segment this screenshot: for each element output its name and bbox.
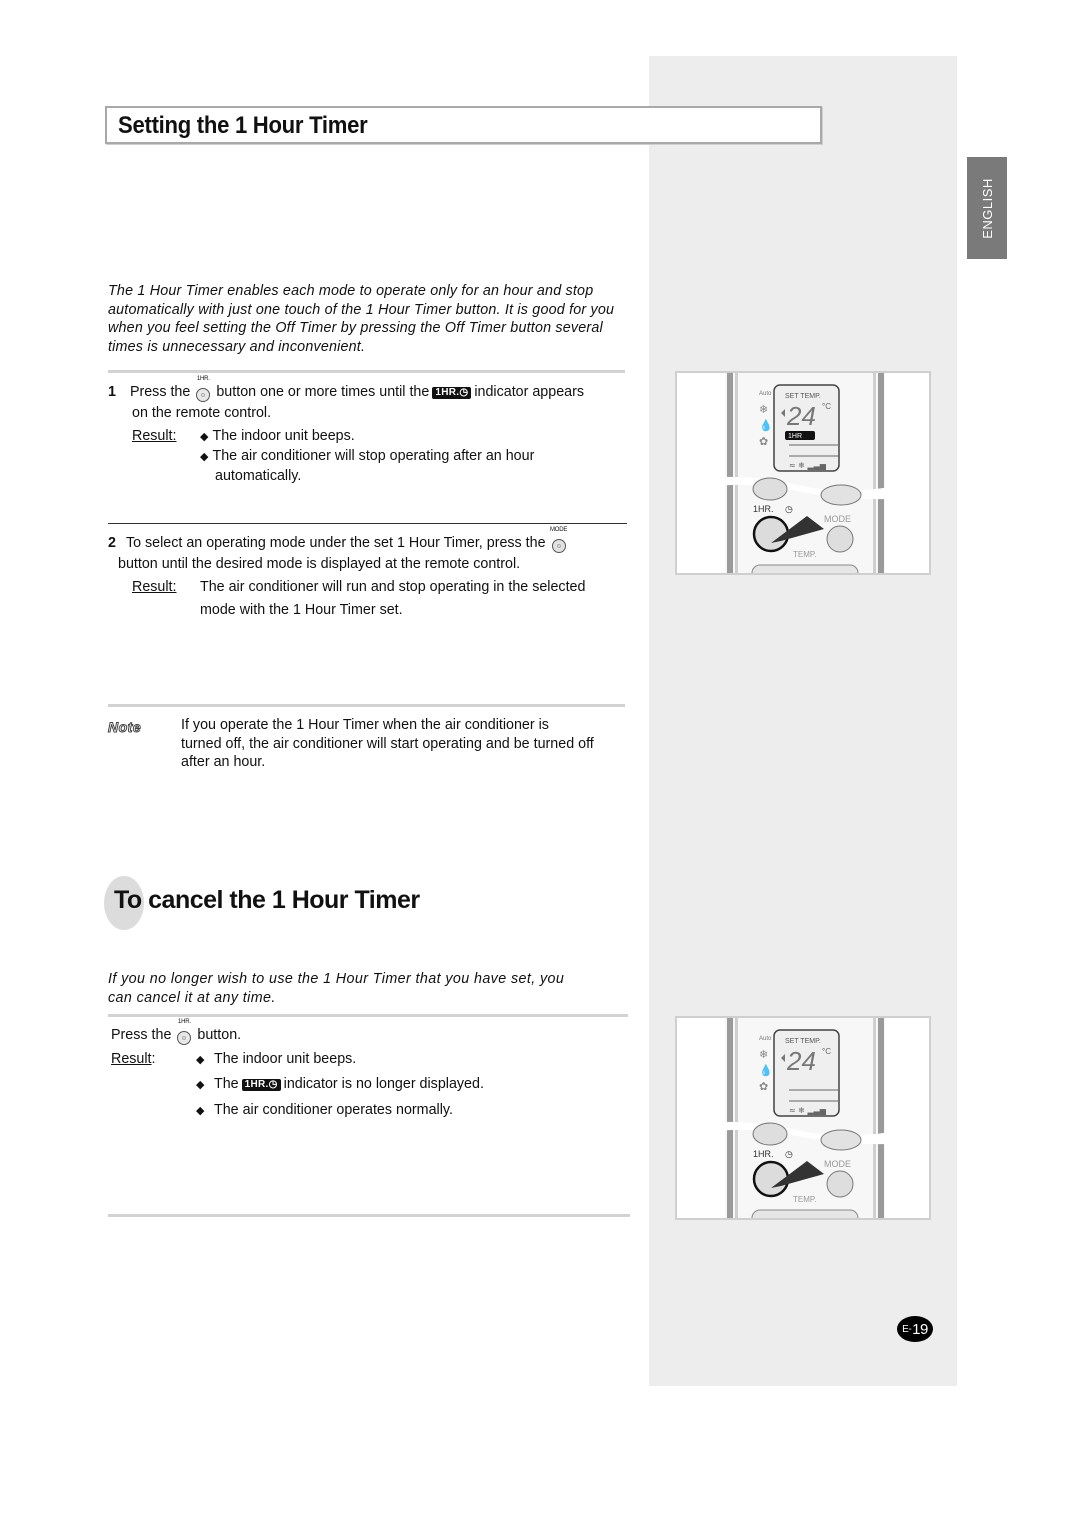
set-temp-label: SET TEMP. bbox=[785, 1038, 821, 1045]
note-text: after an hour. bbox=[181, 754, 266, 770]
intro-line: If you no longer wish to use the 1 Hour … bbox=[108, 971, 565, 987]
remote-control-illustration: SET TEMP. 24 °C 1HR ≈ ❄ ▂▃▅ Auto ❄ 💧 ✿ 1… bbox=[677, 373, 929, 573]
step-text: Press the bbox=[111, 1027, 172, 1043]
result-item: ◆ bbox=[196, 1054, 205, 1066]
remote-figure-1: SET TEMP. 24 °C 1HR ≈ ❄ ▂▃▅ Auto ❄ 💧 ✿ 1… bbox=[675, 371, 931, 575]
svg-text:◷: ◷ bbox=[785, 1150, 793, 1160]
result-label: Result: bbox=[111, 1051, 156, 1067]
mode-button-label: MODE bbox=[824, 514, 851, 524]
1hr-button-icon: 1HR. bbox=[194, 376, 212, 402]
1hr-indicator-icon: 1HR.◷ bbox=[432, 387, 472, 399]
1hr-button bbox=[752, 1160, 790, 1198]
svg-text:≈ ❄ ▂▃▅: ≈ ❄ ▂▃▅ bbox=[789, 461, 827, 470]
section-2-intro: If you no longer wish to use the 1 Hour … bbox=[108, 970, 638, 1007]
page-number-badge: E- 19 bbox=[897, 1316, 933, 1342]
remote-figure-2: SET TEMP. 24 °C ≈ ❄ ▂▃▅ Auto ❄ 💧 ✿ 1HR. … bbox=[675, 1016, 931, 1220]
svg-text:❄: ❄ bbox=[759, 403, 768, 416]
1hr-button-label: 1HR. bbox=[753, 504, 774, 514]
result-text: mode with the 1 Hour Timer set. bbox=[200, 602, 403, 618]
svg-text:✿: ✿ bbox=[759, 1080, 768, 1093]
divider bbox=[108, 704, 625, 707]
svg-text:💧: 💧 bbox=[759, 1064, 773, 1077]
button-caption: MODE bbox=[549, 527, 568, 533]
button-caption: 1HR. bbox=[177, 1019, 191, 1025]
divider bbox=[108, 370, 625, 373]
mode-button-label: MODE bbox=[824, 1159, 851, 1169]
result-label: Result: bbox=[132, 579, 177, 595]
intro-line: can cancel it at any time. bbox=[108, 989, 276, 1006]
mode-button bbox=[826, 525, 854, 553]
result-item: ◆ bbox=[196, 1105, 205, 1117]
result-item-text: The 1HR.◷ indicator is no longer displayed… bbox=[214, 1076, 484, 1092]
note-text: If you operate the 1 Hour Timer when the… bbox=[181, 717, 549, 733]
svg-text:Auto: Auto bbox=[759, 391, 772, 397]
1hr-indicator-icon: 1HR.◷ bbox=[241, 1079, 281, 1091]
mode-button bbox=[826, 1170, 854, 1198]
page-number: 19 bbox=[912, 1320, 928, 1338]
result-item-text: The indoor unit beeps. bbox=[214, 1051, 357, 1067]
result-item: ◆ bbox=[196, 1079, 205, 1091]
mode-button-icon: MODE bbox=[550, 527, 568, 553]
set-temp-label: SET TEMP. bbox=[785, 393, 821, 400]
section-intro: The 1 Hour Timer enables each mode to op… bbox=[108, 283, 615, 355]
svg-text:💧: 💧 bbox=[759, 419, 773, 432]
result-item-cont: automatically. bbox=[215, 468, 302, 484]
temp-button-label: TEMP. bbox=[793, 550, 816, 559]
temperature-display: 24 bbox=[786, 401, 816, 431]
note-text: turned off, the air conditioner will sta… bbox=[181, 735, 594, 752]
svg-text:Auto: Auto bbox=[759, 1036, 772, 1042]
step-text: Press the bbox=[129, 384, 191, 400]
result-item-text: The air conditioner operates normally. bbox=[214, 1102, 453, 1118]
section-title: Setting the 1 Hour Timer bbox=[118, 112, 368, 139]
temperature-display: 24 bbox=[786, 1046, 816, 1076]
step-1: 1 Press the 1HR. button one or more times … bbox=[108, 376, 638, 492]
1hr-button bbox=[752, 515, 790, 553]
step-number: 1 bbox=[108, 384, 116, 400]
step-text: To select an operating mode under the se… bbox=[125, 535, 546, 551]
language-tab-label: ENGLISH bbox=[979, 177, 995, 239]
note: Note If you operate the 1 Hour Timer whe… bbox=[107, 716, 638, 772]
temp-button-label: TEMP. bbox=[793, 1195, 816, 1204]
language-tab: ENGLISH bbox=[967, 157, 1007, 259]
result-item: The indoor unit beeps. bbox=[200, 426, 354, 447]
step-text: on the remote control. bbox=[132, 405, 272, 421]
step-text: button one or more times until the bbox=[216, 384, 430, 400]
result-text: The air conditioner will run and stop op… bbox=[200, 579, 586, 595]
remote-control-illustration: SET TEMP. 24 °C ≈ ❄ ▂▃▅ Auto ❄ 💧 ✿ 1HR. … bbox=[677, 1018, 929, 1218]
1hr-button-label: 1HR. bbox=[753, 1149, 774, 1159]
1hr-button-icon: 1HR. bbox=[175, 1019, 193, 1045]
page-number-prefix: E- bbox=[902, 1323, 912, 1335]
step-2: 2 To select an operating mode under the … bbox=[108, 527, 638, 623]
step-text: button. bbox=[197, 1027, 242, 1043]
svg-text:≈ ❄ ▂▃▅: ≈ ❄ ▂▃▅ bbox=[789, 1106, 827, 1115]
cancel-steps: Press the 1HR. button. Result: ◆ The indoo… bbox=[111, 1019, 631, 1129]
note-label: Note bbox=[107, 719, 142, 736]
step-text: indicator appears bbox=[474, 384, 585, 400]
button-caption: 1HR. bbox=[196, 376, 210, 382]
svg-text:1HR: 1HR bbox=[788, 433, 802, 440]
result-item: The air conditioner will stop operating … bbox=[200, 446, 534, 467]
svg-text:❄: ❄ bbox=[759, 1048, 768, 1061]
svg-text:✿: ✿ bbox=[759, 435, 768, 448]
divider bbox=[108, 1014, 628, 1017]
temperature-unit: °C bbox=[822, 402, 831, 411]
svg-text:◷: ◷ bbox=[785, 505, 793, 515]
section-title-box: Setting the 1 Hour Timer bbox=[105, 106, 822, 144]
divider bbox=[108, 1214, 630, 1217]
temperature-unit: °C bbox=[822, 1047, 831, 1056]
result-label: Result: bbox=[132, 428, 177, 444]
step-text: button until the desired mode is display… bbox=[118, 556, 521, 572]
step-number: 2 bbox=[108, 535, 116, 551]
divider bbox=[108, 523, 627, 524]
section-2-title: To cancel the 1 Hour Timer bbox=[114, 886, 420, 914]
